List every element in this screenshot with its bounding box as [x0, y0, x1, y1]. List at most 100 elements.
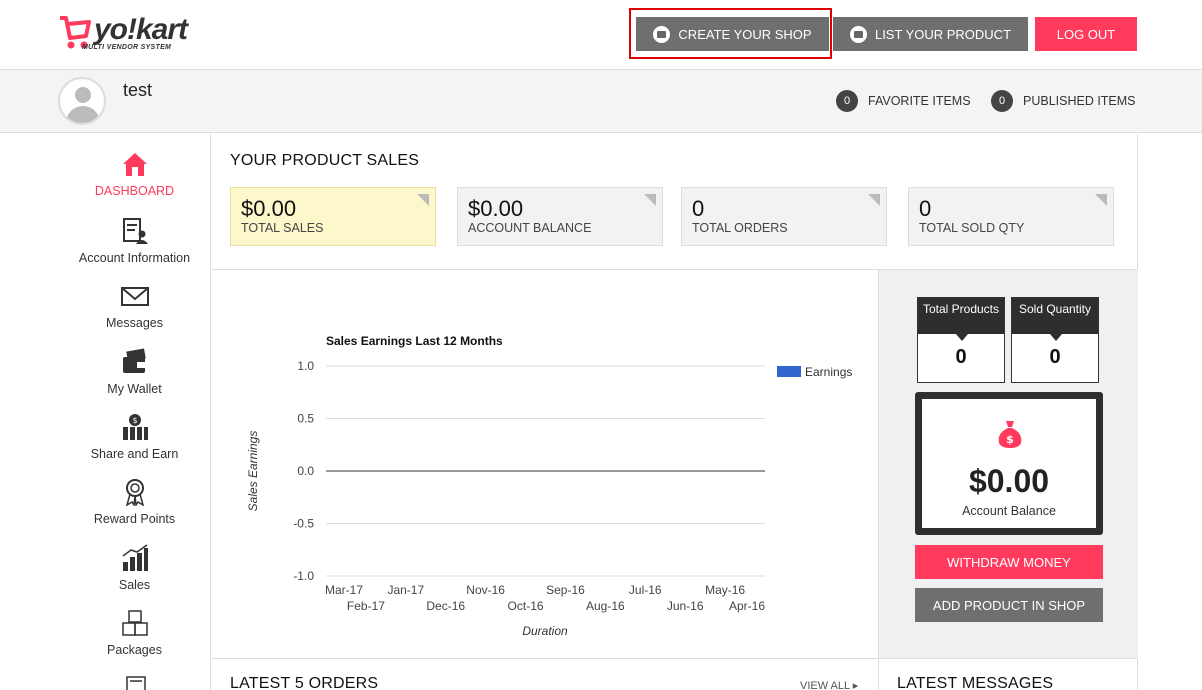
y-tick-label: 0.0 — [297, 464, 314, 478]
total-products-box: Total Products 0 — [917, 297, 1005, 383]
svg-text:$: $ — [132, 416, 137, 425]
account-balance-value: $0.00 — [468, 196, 524, 221]
x-tick-label: Jul-16 — [629, 583, 662, 597]
account-balance-label: ACCOUNT BALANCE — [468, 221, 592, 235]
avatar-head-icon — [75, 87, 91, 103]
latest-orders-title: LATEST 5 ORDERS — [230, 675, 379, 690]
list-product-button[interactable]: LIST YOUR PRODUCT — [833, 17, 1028, 51]
x-tick-label: Jan-17 — [387, 583, 424, 597]
legend-swatch-earnings — [777, 366, 801, 377]
chart-title: Sales Earnings Last 12 Months — [326, 334, 503, 348]
add-product-in-shop-button[interactable]: ADD PRODUCT IN SHOP — [915, 588, 1103, 622]
sidebar-item-account-information[interactable]: Account Information — [58, 217, 211, 265]
account-balance-amount: $0.00 — [968, 463, 1050, 499]
sidebar-item-label: DASHBOARD — [94, 184, 175, 198]
x-tick-label: Mar-17 — [325, 583, 363, 597]
published-count-badge: 0 — [991, 90, 1013, 112]
avatar-body-icon — [66, 106, 100, 123]
logo-text: yo!kart — [94, 13, 188, 46]
x-tick-label: Feb-17 — [347, 599, 385, 613]
logo-tagline: MULTI VENDOR SYSTEM — [82, 44, 172, 51]
y-tick-label: 1.0 — [297, 359, 314, 373]
x-tick-label: Apr-16 — [729, 599, 765, 613]
favorite-items-label: FAVORITE ITEMS — [868, 94, 971, 108]
sidebar-item-share-and-earn[interactable]: $ Share and Earn — [58, 413, 211, 461]
sidebar-item-label: Sales — [118, 578, 151, 592]
card-corner-icon — [868, 194, 880, 206]
money-bag-icon: $ — [998, 421, 1022, 448]
sold-quantity-box: Sold Quantity 0 — [1011, 297, 1099, 383]
total-products-label: Total Products — [918, 298, 1004, 341]
sidebar-item-label: Packages — [107, 643, 162, 657]
x-tick-label: Jun-16 — [667, 599, 704, 613]
x-axis-label: Duration — [522, 624, 568, 638]
x-tick-label: Aug-16 — [586, 599, 625, 613]
total-sales-label: TOTAL SALES — [241, 221, 324, 235]
sidebar: DASHBOARD Account Information Messages M… — [58, 134, 211, 690]
total-sold-qty-label: TOTAL SOLD QTY — [919, 221, 1025, 235]
y-axis-label: Sales Earnings — [246, 431, 260, 512]
product-sales-title: YOUR PRODUCT SALES — [230, 152, 420, 169]
list-product-label: LIST YOUR PRODUCT — [874, 26, 1012, 42]
account-info-icon — [122, 218, 148, 244]
total-products-value: 0 — [955, 346, 967, 368]
sales-chart-icon — [122, 544, 148, 571]
sold-quantity-label: Sold Quantity — [1012, 298, 1098, 341]
packages-icon — [121, 610, 148, 636]
card-corner-icon — [417, 194, 429, 206]
withdraw-money-button[interactable]: WITHDRAW MONEY — [915, 545, 1103, 579]
sidebar-item-messages[interactable]: Messages — [58, 282, 211, 330]
favorite-items-link[interactable]: 0 FAVORITE ITEMS — [836, 90, 971, 112]
yokart-logo[interactable]: yo!kart MULTI VENDOR SYSTEM — [58, 12, 198, 56]
sidebar-item-label: Messages — [106, 316, 163, 330]
account-balance-box: $ $0.00 Account Balance — [915, 392, 1103, 535]
document-icon — [125, 676, 146, 690]
y-tick-label: 0.5 — [297, 412, 314, 426]
withdraw-money-label: WITHDRAW MONEY — [947, 554, 1071, 570]
view-all-orders-link[interactable]: VIEW ALL ▸ — [800, 679, 858, 690]
wallet-icon — [122, 348, 146, 373]
sidebar-item-reward-points[interactable]: Reward Points — [58, 478, 211, 526]
total-orders-label: TOTAL ORDERS — [692, 221, 788, 235]
legend-label-earnings: Earnings — [805, 365, 852, 379]
x-tick-label: Dec-16 — [426, 599, 465, 613]
sidebar-item-more[interactable] — [58, 674, 211, 690]
logout-button[interactable]: LOG OUT — [1035, 17, 1137, 51]
stats-column: Total Products 0 Sold Quantity 0 $ $0.00… — [878, 270, 1138, 658]
total-sold-qty-value: 0 — [919, 196, 932, 221]
published-items-label: PUBLISHED ITEMS — [1023, 94, 1136, 108]
create-shop-button[interactable]: CREATE YOUR SHOP — [636, 17, 829, 51]
y-tick-label: -0.5 — [293, 517, 314, 531]
sidebar-item-packages[interactable]: Packages — [58, 609, 211, 657]
sidebar-item-label: My Wallet — [107, 382, 162, 396]
home-icon — [122, 153, 147, 176]
sidebar-item-label: Reward Points — [93, 512, 176, 526]
sidebar-item-sales[interactable]: Sales — [58, 544, 211, 592]
total-sales-value: $0.00 — [241, 196, 297, 221]
dashboard-main: YOUR PRODUCT SALES $0.00 TOTAL SALES $0.… — [212, 134, 1138, 690]
favorite-count-badge: 0 — [836, 90, 858, 112]
envelope-icon — [120, 287, 149, 306]
y-tick-label: -1.0 — [293, 569, 314, 583]
sidebar-item-dashboard[interactable]: DASHBOARD — [58, 150, 211, 198]
x-tick-label: May-16 — [705, 583, 745, 597]
published-items-link[interactable]: 0 PUBLISHED ITEMS — [991, 90, 1136, 112]
sales-earnings-chart: Sales Earnings Last 12 Months 1.0 0.5 0.0 -0… — [246, 334, 852, 638]
bottom-column-divider — [878, 658, 879, 690]
bottom-divider — [212, 658, 1138, 659]
svg-text:$: $ — [1006, 433, 1014, 446]
sidebar-item-my-wallet[interactable]: My Wallet — [58, 348, 211, 396]
award-icon — [125, 479, 144, 506]
sidebar-item-label: Share and Earn — [90, 447, 179, 461]
logout-label: LOG OUT — [1056, 26, 1116, 42]
total-sales-card: $0.00 TOTAL SALES — [230, 187, 436, 246]
sidebar-item-label: Account Information — [78, 251, 191, 265]
profile-bar: test 0 FAVORITE ITEMS 0 PUBLISHED ITEMS — [0, 70, 1202, 133]
avatar[interactable] — [58, 77, 106, 125]
total-orders-value: 0 — [692, 196, 705, 221]
x-tick-label: Sep-16 — [546, 583, 585, 597]
box-icon — [849, 25, 867, 43]
account-balance-caption: Account Balance — [962, 504, 1056, 518]
latest-messages-title: LATEST MESSAGES — [897, 675, 1054, 690]
account-balance-card: $0.00 ACCOUNT BALANCE — [457, 187, 663, 246]
